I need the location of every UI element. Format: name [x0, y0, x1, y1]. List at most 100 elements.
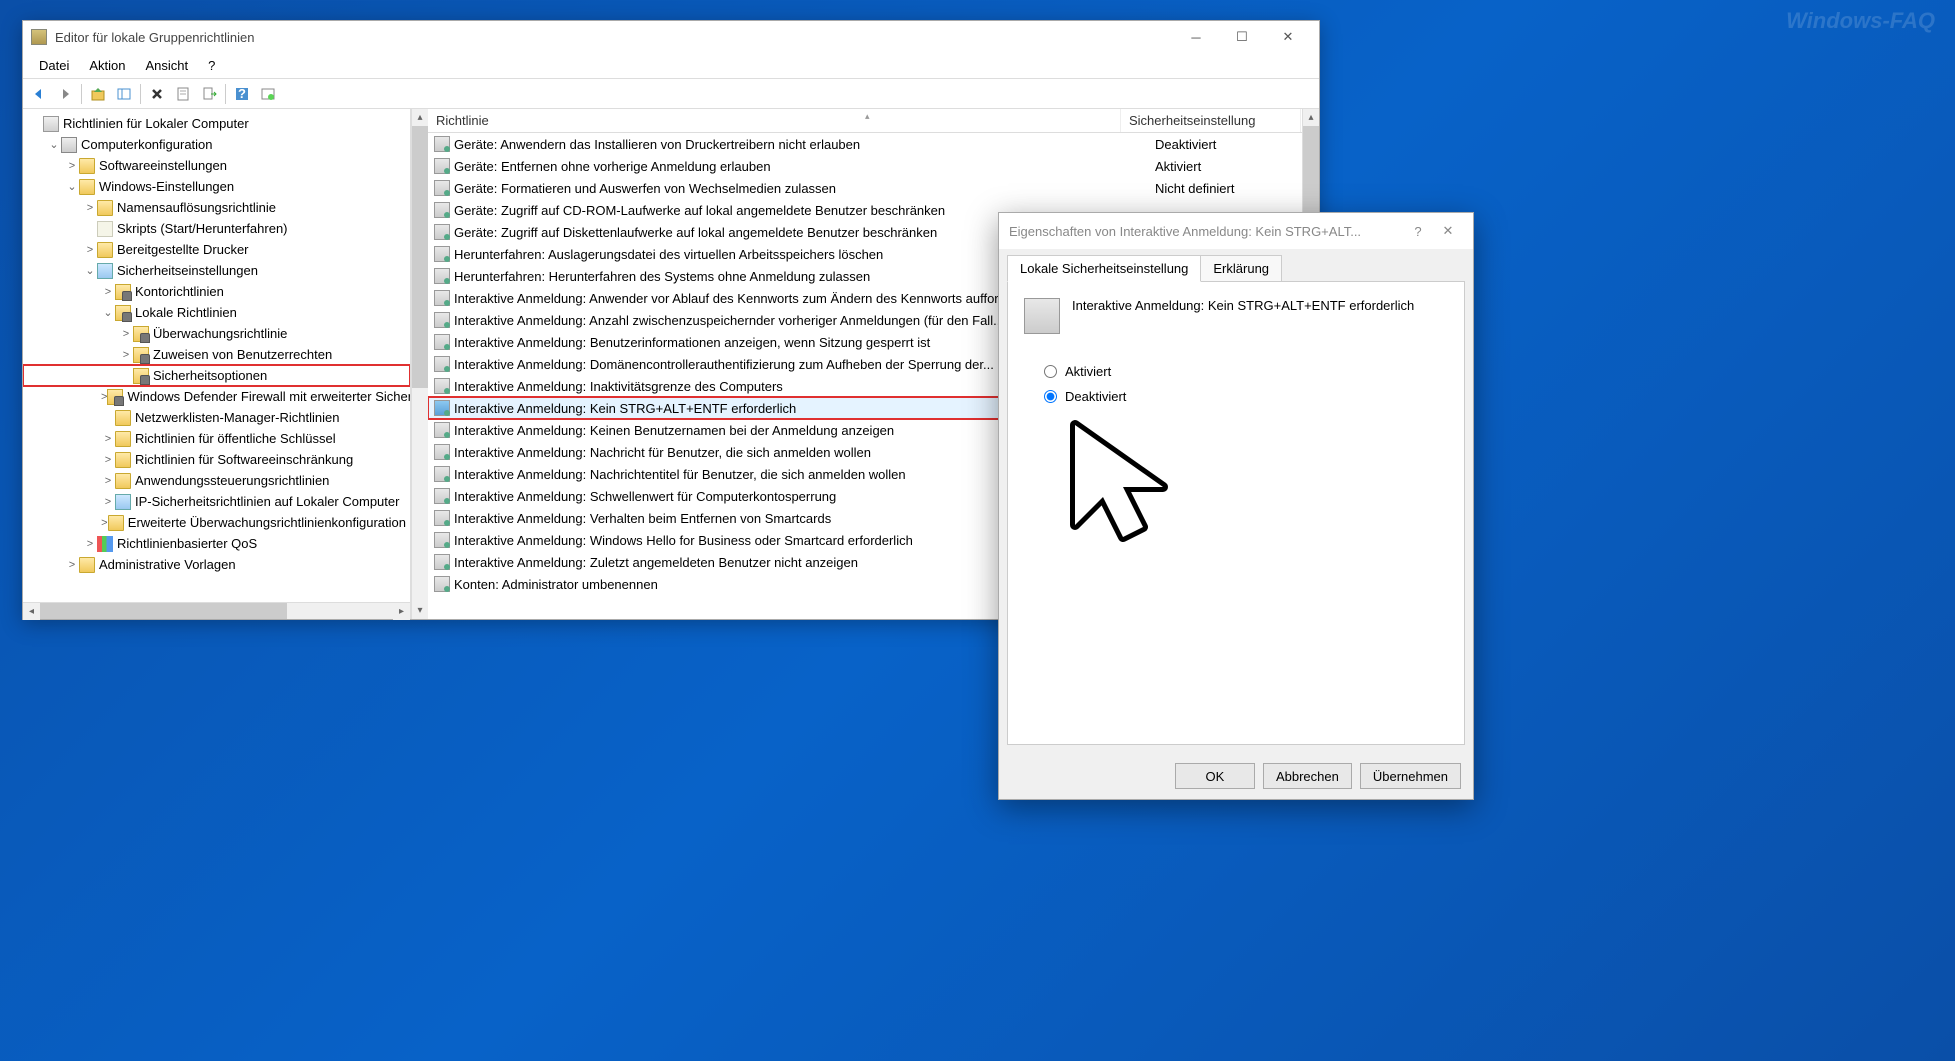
radio-deaktiviert-input[interactable]: [1044, 390, 1057, 403]
tree-twisty[interactable]: >: [65, 160, 79, 172]
tree-twisty[interactable]: >: [101, 286, 115, 298]
dialog-buttons: OK Abbrechen Übernehmen: [999, 753, 1473, 799]
dialog-help-button[interactable]: ?: [1403, 224, 1433, 239]
tree-twisty[interactable]: >: [119, 328, 133, 340]
tree-item[interactable]: >Administrative Vorlagen: [23, 554, 410, 575]
tree-twisty[interactable]: ⌄: [47, 138, 61, 151]
maximize-button[interactable]: ☐: [1219, 22, 1265, 52]
tree-item[interactable]: >Namensauflösungsrichtlinie: [23, 197, 410, 218]
tree-twisty[interactable]: >: [119, 349, 133, 361]
tree-item[interactable]: >Windows Defender Firewall mit erweitert…: [23, 386, 410, 407]
tree-twisty[interactable]: >: [83, 244, 97, 256]
tree-item-label: Windows Defender Firewall mit erweiterte…: [127, 389, 410, 404]
tree-item[interactable]: ⌄Windows-Einstellungen: [23, 176, 410, 197]
column-header-sicherheitseinstellung[interactable]: Sicherheitseinstellung: [1121, 109, 1301, 132]
policy-value: Aktiviert: [1147, 159, 1302, 174]
tree-item[interactable]: > Anwendungssteuerungsrichtlinien: [23, 470, 410, 491]
scroll-down-button[interactable]: ▾: [412, 602, 428, 619]
tree-hscrollbar[interactable]: ◂ ▸: [23, 602, 410, 619]
apply-button[interactable]: Übernehmen: [1360, 763, 1461, 789]
svg-text:?: ?: [238, 86, 246, 101]
policy-name-label: Interaktive Anmeldung: Kein STRG+ALT+ENT…: [1072, 298, 1414, 313]
tree-item-label: Computerkonfiguration: [81, 137, 213, 152]
column-header-richtlinie[interactable]: Richtlinie: [428, 109, 1121, 132]
policy-item-icon: [434, 444, 450, 460]
tree-twisty[interactable]: >: [65, 559, 79, 571]
tree-item[interactable]: >Erweiterte Überwachungsrichtlinienkonfi…: [23, 512, 410, 533]
policy-item-icon: [434, 532, 450, 548]
cancel-button[interactable]: Abbrechen: [1263, 763, 1352, 789]
minimize-button[interactable]: ─: [1173, 22, 1219, 52]
export-button[interactable]: [197, 82, 221, 106]
dialog-titlebar: Eigenschaften von Interaktive Anmeldung:…: [999, 213, 1473, 249]
policy-tree[interactable]: Richtlinien für Lokaler Computer ⌄ Compute…: [23, 109, 410, 579]
menu-aktion[interactable]: Aktion: [79, 55, 135, 76]
tree-twisty[interactable]: >: [101, 517, 108, 529]
tree-twisty[interactable]: >: [83, 202, 97, 214]
tree-item[interactable]: >Softwareeinstellungen: [23, 155, 410, 176]
tab-local-security[interactable]: Lokale Sicherheitseinstellung: [1007, 255, 1201, 282]
tree-vscrollbar[interactable]: ▴ ▾: [411, 109, 428, 619]
radio-aktiviert-input[interactable]: [1044, 365, 1057, 378]
radio-deaktiviert[interactable]: Deaktiviert: [1044, 389, 1448, 404]
tree-twisty[interactable]: >: [101, 475, 115, 487]
tree-item[interactable]: Sicherheitsoptionen: [23, 365, 410, 386]
properties-button[interactable]: [171, 82, 195, 106]
scroll-up-button[interactable]: ▴: [1303, 109, 1319, 126]
policy-item-icon: [434, 510, 450, 526]
tree-item[interactable]: >Zuweisen von Benutzerrechten: [23, 344, 410, 365]
tree-item[interactable]: >Kontorichtlinien: [23, 281, 410, 302]
tree-twisty[interactable]: ⌄: [83, 264, 97, 277]
tree-item[interactable]: ⌄Lokale Richtlinien: [23, 302, 410, 323]
menu-help[interactable]: ?: [198, 55, 225, 76]
help-button[interactable]: ?: [230, 82, 254, 106]
scroll-thumb[interactable]: [412, 126, 428, 388]
policy-item-icon: [434, 312, 450, 328]
up-button[interactable]: [86, 82, 110, 106]
tree-item[interactable]: Richtlinien für Lokaler Computer: [23, 113, 410, 134]
show-hide-tree-button[interactable]: [112, 82, 136, 106]
back-button[interactable]: [27, 82, 51, 106]
folder-lock-icon: [115, 305, 131, 321]
tree-item[interactable]: Netzwerklisten-Manager-Richtlinien: [23, 407, 410, 428]
folder-icon: [115, 473, 131, 489]
tree-item[interactable]: >Richtlinien für Softwareeinschränkung: [23, 449, 410, 470]
filter-button[interactable]: [256, 82, 280, 106]
close-button[interactable]: ✕: [1265, 22, 1311, 52]
tree-twisty[interactable]: ⌄: [65, 180, 79, 193]
tree-pane: Richtlinien für Lokaler Computer ⌄ Compute…: [23, 109, 411, 619]
forward-button[interactable]: [53, 82, 77, 106]
computer-icon: [61, 137, 77, 153]
policy-row[interactable]: Geräte: Entfernen ohne vorherige Anmeldu…: [428, 155, 1302, 177]
tree-twisty[interactable]: >: [83, 538, 97, 550]
tree-item-label: Anwendungssteuerungsrichtlinien: [135, 473, 329, 488]
dialog-close-button[interactable]: ✕: [1433, 223, 1463, 239]
scroll-left-button[interactable]: ◂: [23, 603, 40, 620]
policy-item-icon: [434, 334, 450, 350]
menu-datei[interactable]: Datei: [29, 55, 79, 76]
scroll-thumb[interactable]: [40, 603, 287, 619]
tree-twisty[interactable]: >: [101, 433, 115, 445]
tree-twisty[interactable]: >: [101, 496, 115, 508]
tree-twisty[interactable]: ⌄: [101, 306, 115, 319]
tree-item[interactable]: >IP-Sicherheitsrichtlinien auf Lokaler C…: [23, 491, 410, 512]
tree-item[interactable]: >Richtlinienbasierter QoS: [23, 533, 410, 554]
ok-button[interactable]: OK: [1175, 763, 1255, 789]
tree-item[interactable]: >Bereitgestellte Drucker: [23, 239, 410, 260]
scroll-right-button[interactable]: ▸: [393, 603, 410, 620]
scroll-up-button[interactable]: ▴: [412, 109, 428, 126]
radio-aktiviert[interactable]: Aktiviert: [1044, 364, 1448, 379]
radio-deaktiviert-label: Deaktiviert: [1065, 389, 1126, 404]
tree-twisty[interactable]: >: [101, 454, 115, 466]
policy-row[interactable]: Geräte: Anwendern das Installieren von D…: [428, 133, 1302, 155]
delete-button[interactable]: [145, 82, 169, 106]
tab-explanation[interactable]: Erklärung: [1200, 255, 1282, 282]
tree-item[interactable]: >Richtlinien für öffentliche Schlüssel: [23, 428, 410, 449]
menu-ansicht[interactable]: Ansicht: [136, 55, 199, 76]
policy-name: Geräte: Entfernen ohne vorherige Anmeldu…: [454, 159, 1147, 174]
tree-item[interactable]: ⌄ Computerkonfiguration: [23, 134, 410, 155]
policy-row[interactable]: Geräte: Formatieren und Auswerfen von We…: [428, 177, 1302, 199]
tree-item[interactable]: >Überwachungsrichtlinie: [23, 323, 410, 344]
tree-item[interactable]: Skripts (Start/Herunterfahren): [23, 218, 410, 239]
tree-item[interactable]: ⌄Sicherheitseinstellungen: [23, 260, 410, 281]
